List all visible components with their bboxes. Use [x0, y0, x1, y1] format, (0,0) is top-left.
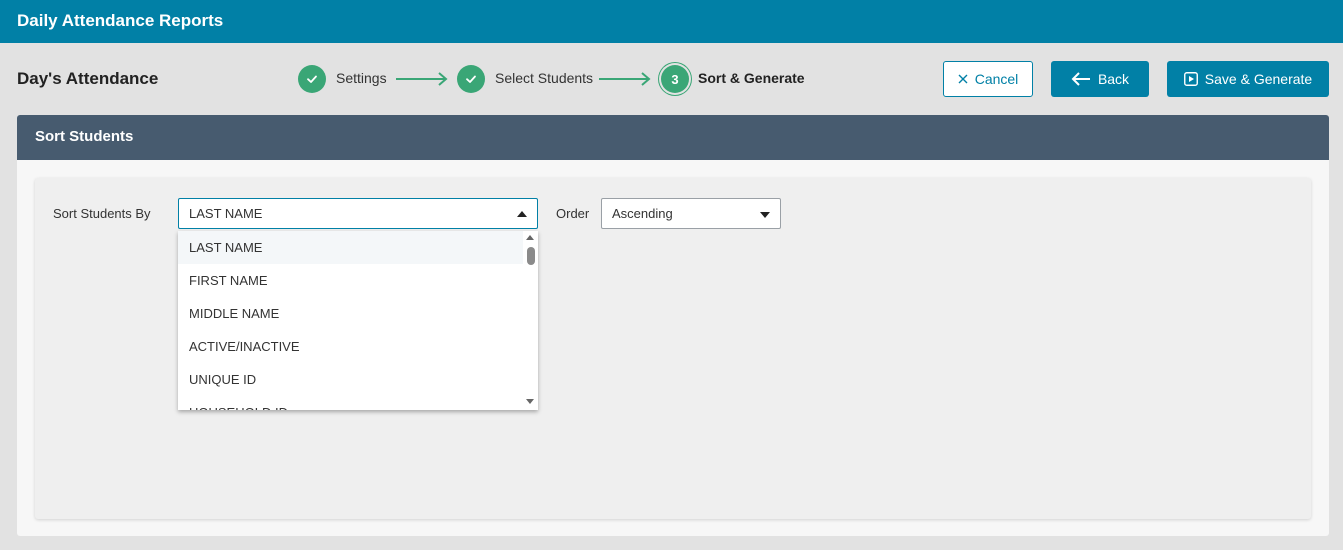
back-label: Back [1097, 71, 1130, 87]
dropdown-scrollbar[interactable] [523, 231, 538, 410]
step-arrow-icon [599, 72, 651, 86]
back-button[interactable]: Back [1051, 61, 1149, 97]
order-label: Order [556, 206, 590, 221]
save-generate-button[interactable]: Save & Generate [1167, 61, 1329, 97]
caret-up-icon [517, 211, 527, 217]
dropdown-option[interactable]: ACTIVE/INACTIVE [178, 330, 523, 363]
caret-down-icon [760, 212, 770, 218]
order-value: Ascending [612, 206, 673, 221]
scroll-up-icon[interactable] [526, 235, 534, 240]
close-icon [958, 74, 968, 84]
play-icon [1183, 72, 1198, 86]
dropdown-option[interactable]: MIDDLE NAME [178, 297, 523, 330]
sort-by-dropdown-list: LAST NAME FIRST NAME MIDDLE NAME ACTIVE/… [178, 231, 538, 410]
save-generate-label: Save & Generate [1204, 71, 1313, 87]
page-title: Day's Attendance [17, 69, 159, 88]
cancel-label: Cancel [974, 71, 1019, 87]
panel-header: Sort Students [17, 115, 1329, 160]
step-3-label: Sort & Generate [698, 70, 805, 86]
dropdown-option[interactable]: FIRST NAME [178, 264, 523, 297]
scrollbar-thumb[interactable] [527, 247, 535, 265]
panel-title: Sort Students [35, 128, 134, 145]
step-2-label: Select Students [495, 70, 594, 86]
sort-by-value: LAST NAME [189, 206, 263, 221]
step-2-check-icon [457, 65, 485, 93]
sort-by-select[interactable]: LAST NAME [178, 198, 538, 229]
dropdown-option[interactable]: LAST NAME [178, 231, 523, 264]
dropdown-option[interactable]: HOUSEHOLD ID [178, 396, 523, 410]
scroll-down-icon[interactable] [526, 399, 534, 404]
dropdown-option[interactable]: UNIQUE ID [178, 363, 523, 396]
cancel-button[interactable]: Cancel [943, 61, 1033, 97]
order-select[interactable]: Ascending [601, 198, 781, 229]
app-header: Daily Attendance Reports [0, 0, 1343, 43]
arrow-left-icon [1071, 72, 1090, 86]
step-3-number: 3 [661, 65, 689, 93]
step-1-label: Settings [336, 70, 387, 86]
app-title: Daily Attendance Reports [17, 11, 224, 30]
sort-by-label: Sort Students By [53, 206, 151, 221]
step-1-check-icon [298, 65, 326, 93]
step-arrow-icon [396, 72, 448, 86]
